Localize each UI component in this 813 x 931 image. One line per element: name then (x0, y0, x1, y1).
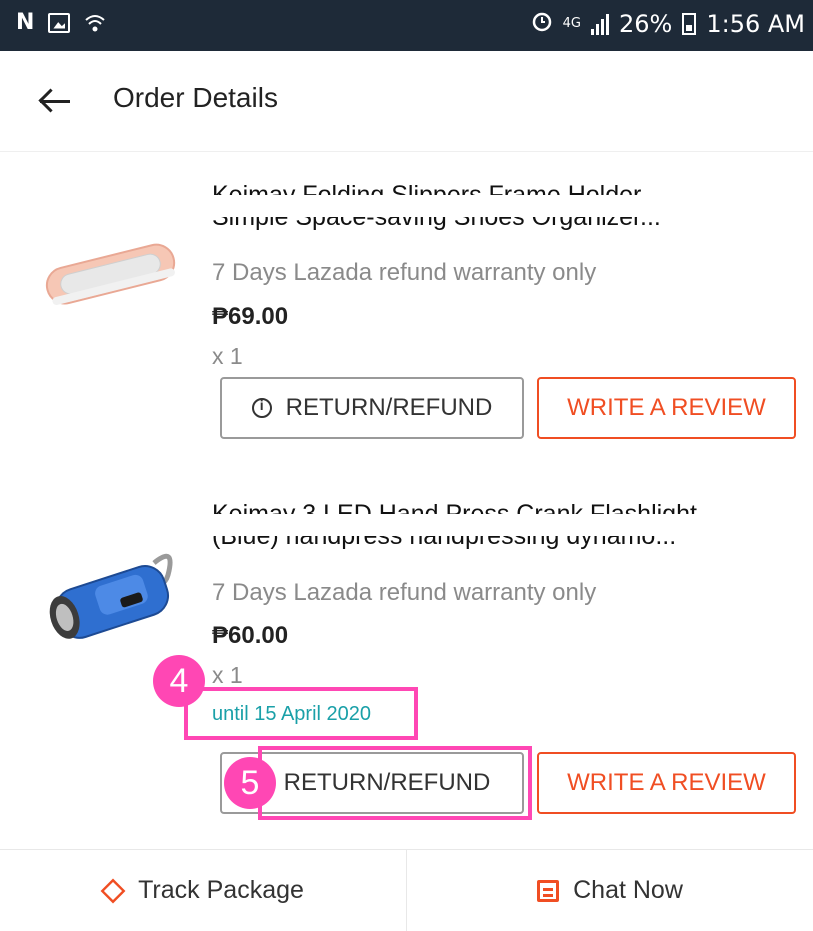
return-refund-button[interactable]: RETURN/REFUND (220, 377, 524, 439)
app-header: Order Details (0, 51, 813, 152)
annotation-marker-5: 5 (224, 757, 276, 809)
annotation-marker-4: 4 (153, 655, 205, 707)
package-icon (100, 878, 126, 903)
product-image-flashlight[interactable] (36, 505, 186, 655)
signal-icon (591, 13, 609, 35)
price: ₱69.00 (212, 303, 289, 330)
network-type: 4G (562, 16, 581, 31)
product-name[interactable]: Keimay 3 LED Hand Press Crank Flashlight… (212, 492, 772, 580)
wifi-icon (84, 12, 106, 34)
alarm-icon (531, 10, 553, 38)
clock: 1:56 AM (706, 10, 805, 38)
highlight-box-return-refund (258, 746, 532, 820)
product-name[interactable]: Keimay Folding Slippers Frame Holder Sim… (212, 173, 772, 261)
chat-now-label: Chat Now (573, 876, 683, 904)
product-name-line1: Keimay 3 LED Hand Press Crank Flashlight (212, 500, 697, 528)
product-name-line1: Keimay Folding Slippers Frame Holder (212, 181, 642, 209)
warranty-text: 7 Days Lazada refund warranty only (212, 579, 597, 606)
chat-now-button[interactable]: Chat Now (406, 850, 813, 931)
chat-icon (537, 879, 560, 902)
quantity: x 1 (212, 662, 243, 688)
battery-icon (682, 13, 697, 35)
track-package-button[interactable]: Track Package (0, 850, 406, 931)
write-review-label: WRITE A REVIEW (567, 394, 766, 421)
info-icon (251, 397, 272, 418)
battery-percent: 26% (619, 10, 673, 38)
product-name-line2: Simple Space-saving Shoes Organizer... (212, 203, 661, 231)
return-refund-label: RETURN/REFUND (285, 394, 493, 421)
warranty-text: 7 Days Lazada refund warranty only (212, 259, 597, 286)
highlight-box-until-date (184, 687, 418, 740)
write-review-label: WRITE A REVIEW (567, 769, 766, 796)
product-name-line2: (Blue) handpress handpressing dynamo... (212, 522, 677, 550)
write-review-button[interactable]: WRITE A REVIEW (537, 377, 796, 439)
back-arrow-icon[interactable] (36, 83, 76, 119)
status-bar: N 4G 26% 1:56 AM (0, 0, 813, 51)
track-package-label: Track Package (138, 876, 304, 904)
product-image-slipper-holder[interactable] (36, 201, 186, 351)
write-review-button[interactable]: WRITE A REVIEW (537, 752, 796, 814)
bottom-action-bar: Track Package Chat Now (0, 849, 813, 931)
page-title: Order Details (113, 82, 278, 113)
status-right-icons: 4G 26% 1:56 AM (531, 10, 805, 38)
notification-n-icon: N (16, 10, 35, 35)
quantity: x 1 (212, 343, 243, 369)
status-left-icons: N (16, 10, 106, 35)
price: ₱60.00 (212, 622, 289, 649)
order-item: Keimay Folding Slippers Frame Holder Sim… (0, 151, 813, 451)
image-icon (48, 12, 71, 33)
